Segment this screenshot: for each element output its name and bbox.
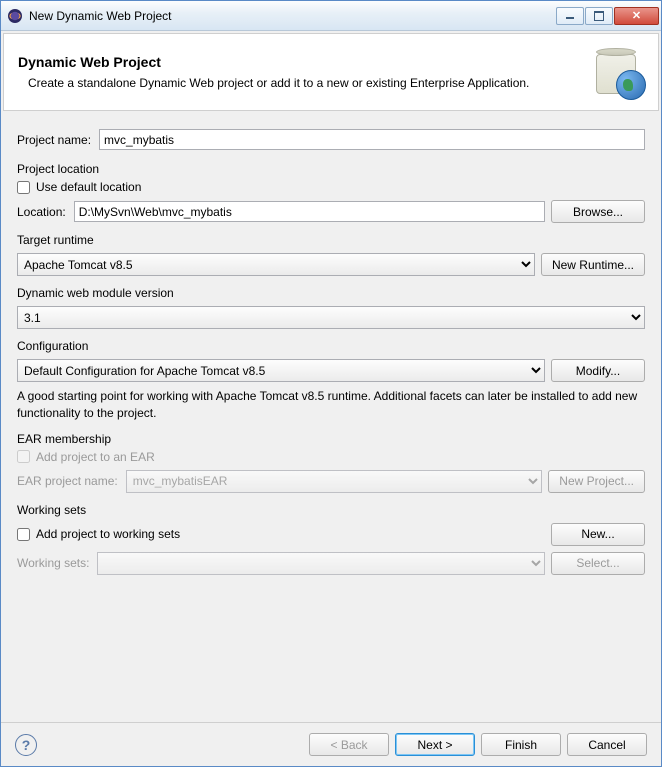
wizard-icon — [592, 46, 644, 98]
cancel-button[interactable]: Cancel — [567, 733, 647, 756]
new-working-set-button[interactable]: New... — [551, 523, 645, 546]
configuration-legend: Configuration — [17, 339, 645, 353]
configuration-hint: A good starting point for working with A… — [17, 388, 645, 422]
location-label: Location: — [17, 205, 66, 219]
content-area: Project name: Project location Use defau… — [1, 113, 661, 722]
working-sets-label: Working sets: — [17, 556, 89, 570]
working-sets-legend: Working sets — [17, 503, 645, 517]
add-to-ear-label: Add project to an EAR — [36, 450, 155, 464]
add-to-working-sets-checkbox[interactable] — [17, 528, 30, 541]
target-runtime-legend: Target runtime — [17, 233, 645, 247]
project-location-legend: Project location — [17, 162, 645, 176]
next-button[interactable]: Next > — [395, 733, 475, 756]
browse-button[interactable]: Browse... — [551, 200, 645, 223]
dialog-window: New Dynamic Web Project ✕ Dynamic Web Pr… — [0, 0, 662, 767]
page-title: Dynamic Web Project — [18, 54, 582, 70]
use-default-location-checkbox[interactable] — [17, 181, 30, 194]
ear-project-name-label: EAR project name: — [17, 474, 118, 488]
window-controls: ✕ — [556, 7, 659, 25]
window-title: New Dynamic Web Project — [29, 9, 556, 23]
module-version-select[interactable]: 3.1 — [17, 306, 645, 329]
new-runtime-button[interactable]: New Runtime... — [541, 253, 645, 276]
location-input[interactable] — [74, 201, 545, 222]
maximize-button[interactable] — [585, 7, 613, 25]
use-default-location-label: Use default location — [36, 180, 141, 194]
finish-button[interactable]: Finish — [481, 733, 561, 756]
module-version-legend: Dynamic web module version — [17, 286, 645, 300]
working-sets-select — [97, 552, 545, 575]
header-banner: Dynamic Web Project Create a standalone … — [3, 33, 659, 111]
page-subtitle: Create a standalone Dynamic Web project … — [18, 76, 582, 90]
eclipse-icon — [7, 8, 23, 24]
footer: ? < Back Next > Finish Cancel — [1, 722, 661, 766]
add-to-ear-checkbox[interactable] — [17, 450, 30, 463]
add-to-working-sets-label: Add project to working sets — [36, 527, 180, 541]
ear-project-name-select: mvc_mybatisEAR — [126, 470, 543, 493]
project-name-input[interactable] — [99, 129, 645, 150]
titlebar: New Dynamic Web Project ✕ — [1, 1, 661, 31]
modify-button[interactable]: Modify... — [551, 359, 645, 382]
help-icon[interactable]: ? — [15, 734, 37, 756]
ear-membership-legend: EAR membership — [17, 432, 645, 446]
target-runtime-select[interactable]: Apache Tomcat v8.5 — [17, 253, 535, 276]
project-name-label: Project name: — [17, 133, 91, 147]
minimize-button[interactable] — [556, 7, 584, 25]
select-working-sets-button: Select... — [551, 552, 645, 575]
close-button[interactable]: ✕ — [614, 7, 659, 25]
new-ear-project-button: New Project... — [548, 470, 645, 493]
back-button: < Back — [309, 733, 389, 756]
configuration-select[interactable]: Default Configuration for Apache Tomcat … — [17, 359, 545, 382]
